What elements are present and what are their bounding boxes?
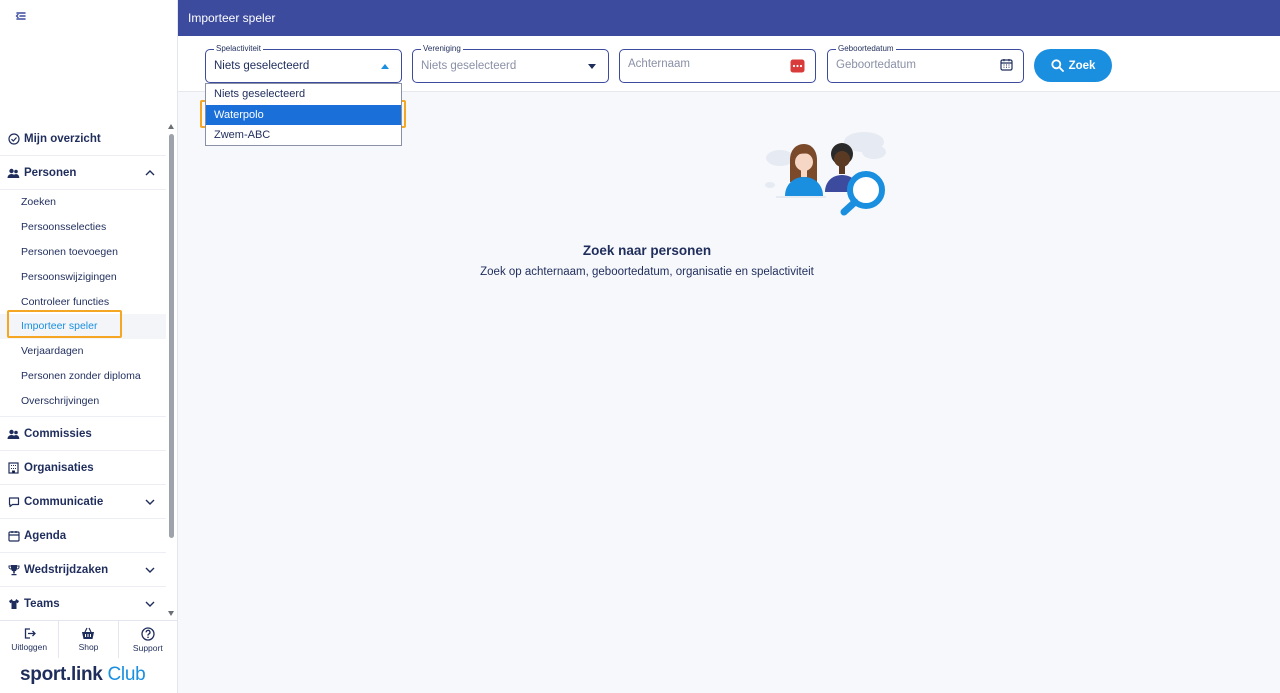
search-icon — [1050, 59, 1064, 72]
zoek-label: Zoek — [1068, 59, 1096, 72]
sidebar-item-agenda[interactable]: Agenda — [0, 519, 166, 554]
help-circle-icon — [141, 626, 155, 641]
logout-icon — [24, 628, 36, 639]
password-manager-icon[interactable] — [790, 59, 805, 78]
users-icon — [7, 166, 20, 179]
sidebar-item-controleer-functies[interactable]: Controleer functies — [0, 289, 166, 314]
zoek-button[interactable]: Zoek — [1034, 49, 1112, 82]
scroll-up-arrow-icon[interactable] — [168, 124, 174, 129]
spelactiviteit-dropdown: Niets geselecteerd Waterpolo Zwem-ABC — [205, 83, 402, 146]
building-icon — [7, 461, 20, 474]
vereniging-select[interactable]: Vereniging Niets geselecteerd — [412, 44, 609, 83]
sidebar-item-wedstrijdzaken[interactable]: Wedstrijdzaken — [0, 553, 166, 588]
chat-icon — [7, 495, 20, 508]
scrollbar-thumb[interactable] — [169, 134, 174, 538]
chevron-down-icon — [144, 496, 156, 508]
personen-submenu: Zoeken Persoonsselecties Personen toevoe… — [0, 190, 166, 418]
sidebar-item-label: Communicatie — [24, 495, 104, 508]
sidebar-item-label: Mijn overzicht — [24, 132, 101, 145]
chevron-down-icon — [144, 598, 156, 610]
sidebar-item-overschrijvingen[interactable]: Overschrijvingen — [0, 388, 166, 413]
basket-icon — [82, 627, 95, 639]
collapse-sidebar-icon[interactable] — [14, 9, 30, 25]
sidebar-item-label: Personen — [24, 166, 77, 179]
sidebar-item-mijn-overzicht[interactable]: Mijn overzicht — [0, 122, 166, 156]
option-niets-geselecteerd[interactable]: Niets geselecteerd — [206, 84, 401, 105]
sidebar-scrollbar[interactable] — [167, 122, 176, 618]
sidebar: Mijn overzicht Personen Zoeken Persoonss… — [0, 0, 178, 693]
calendar-icon[interactable] — [1000, 58, 1013, 76]
support-button[interactable]: Support — [119, 621, 177, 658]
empty-state-title: Zoek naar personen — [582, 243, 712, 258]
option-waterpolo[interactable]: Waterpolo — [206, 104, 401, 125]
sidebar-item-commissies[interactable]: Commissies — [0, 417, 166, 452]
shop-label: Shop — [78, 642, 99, 652]
option-zwem-abc[interactable]: Zwem-ABC — [206, 125, 401, 146]
shop-button[interactable]: Shop — [59, 621, 119, 658]
geboortedatum-input[interactable] — [836, 59, 986, 71]
vereniging-label: Vereniging — [421, 44, 463, 54]
sidebar-bottom-bar: Uitloggen Shop Support — [0, 620, 177, 658]
sidebar-item-verjaardagen[interactable]: Verjaardagen — [0, 339, 166, 364]
geboortedatum-field[interactable]: Geboortedatum — [827, 44, 1024, 83]
sidebar-item-importeer-speler[interactable]: Importeer speler — [0, 313, 166, 339]
trophy-icon — [7, 563, 20, 576]
geboortedatum-label: Geboortedatum — [836, 44, 896, 54]
spelactiviteit-select[interactable]: Spelactiviteit Niets geselecteerd — [205, 44, 402, 83]
sidebar-item-label: Agenda — [24, 529, 67, 542]
page-header: Importeer speler — [178, 0, 1280, 36]
empty-state-subtitle: Zoek op achternaam, geboortedatum, organ… — [480, 266, 814, 278]
search-people-illustration — [762, 130, 888, 220]
sidebar-item-label: Commissies — [24, 427, 92, 440]
caret-up-icon — [381, 64, 389, 69]
chevron-down-icon — [144, 564, 156, 576]
shirt-icon — [7, 597, 20, 610]
logout-label: Uitloggen — [11, 642, 48, 652]
sidebar-item-personen-zonder-diploma[interactable]: Personen zonder diploma — [0, 364, 166, 389]
check-circle-icon — [7, 132, 20, 145]
sidebar-item-label: Wedstrijdzaken — [24, 563, 109, 576]
sidebar-item-personen[interactable]: Personen — [0, 156, 166, 190]
sidebar-item-teams[interactable]: Teams — [0, 587, 166, 618]
achternaam-input[interactable] — [628, 58, 778, 70]
scroll-down-arrow-icon[interactable] — [168, 611, 174, 616]
sidebar-item-zoeken[interactable]: Zoeken — [0, 190, 166, 215]
sidebar-item-communicatie[interactable]: Communicatie — [0, 485, 166, 520]
achternaam-field[interactable] — [619, 49, 816, 83]
page-title: Importeer speler — [188, 11, 276, 25]
sidebar-item-label: Organisaties — [24, 461, 94, 474]
vereniging-placeholder: Niets geselecteerd — [421, 60, 517, 72]
logout-button[interactable]: Uitloggen — [0, 621, 60, 658]
sidebar-item-label: Teams — [24, 597, 60, 610]
spelactiviteit-value: Niets geselecteerd — [214, 60, 310, 72]
chevron-up-icon — [144, 167, 156, 179]
calendar-icon — [7, 529, 20, 542]
sportlink-club-logo: sport.link Club — [20, 664, 146, 685]
caret-down-icon — [588, 64, 596, 69]
sidebar-item-organisaties[interactable]: Organisaties — [0, 451, 166, 486]
group-icon — [7, 427, 20, 440]
support-label: Support — [132, 642, 163, 653]
main-content: Spelactiviteit Niets geselecteerd Vereni… — [178, 36, 1280, 693]
sidebar-nav: Mijn overzicht Personen Zoeken Persoonss… — [0, 122, 166, 618]
sidebar-item-persoonsselecties[interactable]: Persoonsselecties — [0, 215, 166, 240]
spelactiviteit-label: Spelactiviteit — [214, 44, 263, 54]
